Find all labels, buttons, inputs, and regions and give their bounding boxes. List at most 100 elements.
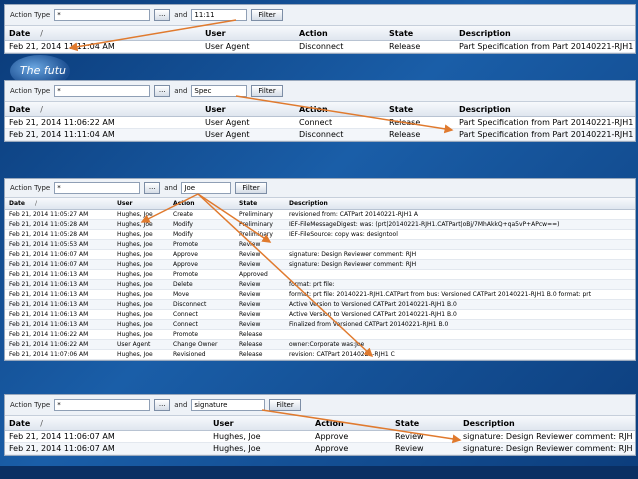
- table-row[interactable]: Feb 21, 2014 11:06:07 AM Hughes, Joe Appro…: [5, 430, 635, 443]
- col-user[interactable]: User: [209, 416, 311, 431]
- cell-state: Review: [391, 430, 459, 443]
- col-state[interactable]: State: [385, 26, 455, 41]
- sort-icon[interactable]: /: [40, 419, 43, 428]
- filter-bar: Action Type * ... and Spec Filter: [5, 81, 635, 102]
- col-action[interactable]: Action: [295, 102, 385, 117]
- cell-user: User Agent: [201, 128, 295, 141]
- search-text-input[interactable]: 11:11: [191, 9, 248, 21]
- cell-date: Feb 21, 2014 11:06:13 AM: [5, 319, 113, 330]
- history-table: Date / User Action State Description Feb …: [5, 416, 635, 455]
- filter-button[interactable]: Filter: [269, 399, 301, 411]
- cell-description: format: prt file: 20140221-RJH1.CATPart …: [285, 289, 635, 300]
- sort-icon[interactable]: /: [40, 29, 43, 38]
- cell-date: Feb 21, 2014 11:05:28 AM: [5, 219, 113, 230]
- cell-description: signature: Design Reviewer comment: RJH: [459, 442, 635, 455]
- col-state[interactable]: State: [235, 198, 285, 210]
- col-description[interactable]: Description: [285, 198, 635, 210]
- filter-button[interactable]: Filter: [251, 85, 283, 97]
- col-action[interactable]: Action: [169, 198, 235, 210]
- table-row[interactable]: Feb 21, 2014 11:06:07 AM Hughes, Joe Appro…: [5, 259, 635, 270]
- action-type-input[interactable]: *: [54, 85, 151, 97]
- cell-user: Hughes, Joe: [113, 289, 169, 300]
- col-action[interactable]: Action: [295, 26, 385, 41]
- filter-bar: Action Type * ... and Joe Filter: [5, 179, 635, 198]
- cell-action: Connect: [169, 309, 235, 320]
- table-header-row: Date / User Action State Description: [5, 102, 635, 117]
- cell-user: Hughes, Joe: [113, 329, 169, 340]
- cell-date: Feb 21, 2014 11:06:13 AM: [5, 269, 113, 280]
- table-row[interactable]: Feb 21, 2014 11:06:22 AM User Agent Change…: [5, 339, 635, 350]
- action-type-input[interactable]: *: [54, 9, 151, 21]
- and-label: and: [174, 401, 188, 409]
- sort-icon[interactable]: /: [40, 105, 43, 114]
- cell-date: Feb 21, 2014 11:06:22 AM: [5, 339, 113, 350]
- table-row[interactable]: Feb 21, 2014 11:05:53 AM Hughes, Joe Promo…: [5, 239, 635, 250]
- cell-user: User Agent: [201, 40, 295, 53]
- chooser-button[interactable]: ...: [144, 182, 161, 194]
- col-date[interactable]: Date /: [5, 102, 201, 117]
- cell-date: Feb 21, 2014 11:06:22 AM: [5, 116, 201, 129]
- action-type-label: Action Type: [10, 401, 51, 409]
- col-state[interactable]: State: [385, 102, 455, 117]
- cell-action: Revisioned: [169, 349, 235, 360]
- cell-state: Approved: [235, 269, 285, 280]
- table-row[interactable]: Feb 21, 2014 11:07:06 AM Hughes, Joe Revis…: [5, 349, 635, 360]
- table-row[interactable]: Feb 21, 2014 11:06:13 AM Hughes, Joe Promo…: [5, 269, 635, 280]
- chooser-button[interactable]: ...: [154, 85, 171, 97]
- search-text-input[interactable]: Spec: [191, 85, 248, 97]
- cell-description: owner:Corporate was:Joe: [285, 339, 635, 350]
- table-row[interactable]: Feb 21, 2014 11:06:22 AM User Agent Connec…: [5, 116, 635, 129]
- table-row[interactable]: Feb 21, 2014 11:05:28 AM Hughes, Joe Modif…: [5, 219, 635, 230]
- action-type-label: Action Type: [10, 11, 51, 19]
- cell-description: signature: Design Reviewer comment: RJH: [285, 249, 635, 260]
- table-row[interactable]: Feb 21, 2014 11:06:07 AM Hughes, Joe Appro…: [5, 249, 635, 260]
- filter-button[interactable]: Filter: [235, 182, 267, 194]
- col-description[interactable]: Description: [455, 26, 635, 41]
- col-user[interactable]: User: [201, 26, 295, 41]
- cell-description: revision: CATPart 20140221-RJH1 C: [285, 349, 635, 360]
- chooser-button[interactable]: ...: [154, 399, 171, 411]
- table-row[interactable]: Feb 21, 2014 11:06:13 AM Hughes, Joe Move R…: [5, 289, 635, 300]
- filter-button[interactable]: Filter: [251, 9, 283, 21]
- action-type-label: Action Type: [10, 184, 51, 192]
- col-description[interactable]: Description: [459, 416, 635, 431]
- col-user[interactable]: User: [113, 198, 169, 210]
- col-action[interactable]: Action: [311, 416, 391, 431]
- col-user[interactable]: User: [201, 102, 295, 117]
- cell-action: Modify: [169, 229, 235, 240]
- sort-icon[interactable]: /: [35, 200, 37, 207]
- cell-state: Review: [235, 239, 285, 250]
- table-header-row: Date / User Action State Description: [5, 198, 635, 210]
- col-date[interactable]: Date /: [5, 416, 209, 431]
- col-date[interactable]: Date /: [5, 198, 113, 210]
- cell-action: Approve: [169, 249, 235, 260]
- table-row[interactable]: Feb 21, 2014 11:06:13 AM Hughes, Joe Conne…: [5, 309, 635, 320]
- col-description[interactable]: Description: [455, 102, 635, 117]
- table-row[interactable]: Feb 21, 2014 11:06:13 AM Hughes, Joe Delet…: [5, 279, 635, 290]
- cell-description: Active Version to Versioned CATPart 2014…: [285, 309, 635, 320]
- search-text-input[interactable]: signature: [191, 399, 266, 411]
- and-label: and: [174, 87, 188, 95]
- table-row[interactable]: Feb 21, 2014 11:06:07 AM Hughes, Joe Appro…: [5, 442, 635, 455]
- table-row[interactable]: Feb 21, 2014 11:11:04 AM User Agent Discon…: [5, 128, 635, 141]
- cell-user: Hughes, Joe: [113, 249, 169, 260]
- action-type-input[interactable]: *: [54, 182, 141, 194]
- table-row[interactable]: Feb 21, 2014 11:06:13 AM Hughes, Joe Conne…: [5, 319, 635, 330]
- table-row[interactable]: Feb 21, 2014 11:05:27 AM Hughes, Joe Creat…: [5, 209, 635, 220]
- action-type-input[interactable]: *: [54, 399, 151, 411]
- cell-state: Preliminary: [235, 219, 285, 230]
- col-date[interactable]: Date /: [5, 26, 201, 41]
- cell-description: signature: Design Reviewer comment: RJH: [285, 259, 635, 270]
- cell-date: Feb 21, 2014 11:06:13 AM: [5, 279, 113, 290]
- chooser-button[interactable]: ...: [154, 9, 171, 21]
- search-text-input[interactable]: Joe: [181, 182, 232, 194]
- table-row[interactable]: Feb 21, 2014 11:06:22 AM Hughes, Joe Promo…: [5, 329, 635, 340]
- cell-description: [285, 269, 635, 280]
- col-state[interactable]: State: [391, 416, 459, 431]
- cell-state: Review: [235, 249, 285, 260]
- cell-date: Feb 21, 2014 11:11:04 AM: [5, 40, 201, 53]
- table-row[interactable]: Feb 21, 2014 11:05:28 AM Hughes, Joe Modif…: [5, 229, 635, 240]
- table-row[interactable]: Feb 21, 2014 11:11:04 AM User Agent Discon…: [5, 40, 635, 53]
- cell-state: Review: [235, 259, 285, 270]
- table-row[interactable]: Feb 21, 2014 11:06:13 AM Hughes, Joe Disco…: [5, 299, 635, 310]
